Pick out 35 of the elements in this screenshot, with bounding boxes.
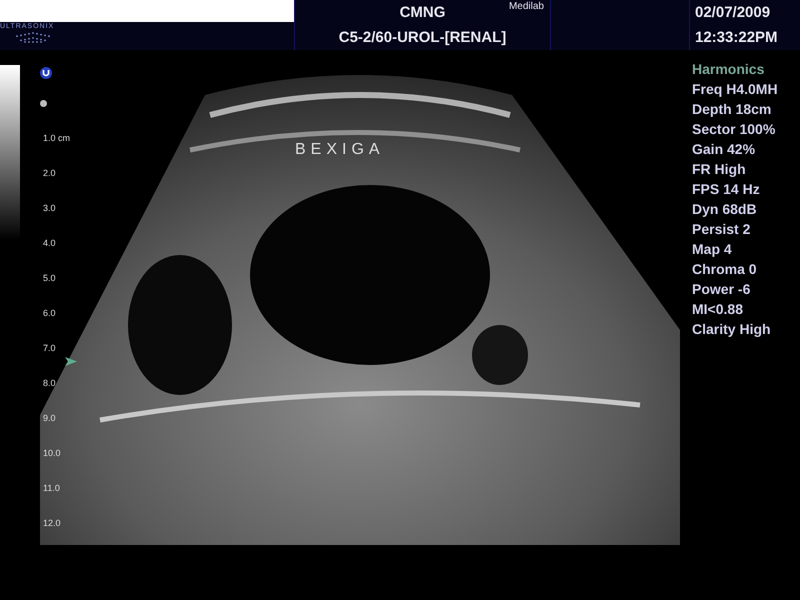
depth-label: 8.0	[43, 377, 57, 390]
depth-label: 11.0	[43, 482, 61, 495]
depth-label: 10.0	[43, 447, 62, 460]
depth-label: 12.0	[43, 517, 62, 530]
parameter-text: Map 4	[692, 240, 733, 259]
depth-label: 5.0	[43, 272, 57, 285]
parameter-text: Clarity High	[692, 320, 772, 339]
organ-label: BEXIGA	[295, 141, 385, 159]
date-text: 02/07/2009	[695, 4, 772, 21]
depth-label: 1.0 cm	[43, 132, 70, 145]
parameter-text: MI<0.88	[692, 300, 744, 319]
parameter-text: FR High	[692, 160, 747, 179]
parameter-text: Harmonics	[692, 60, 766, 79]
preset-name: C5-2/60-UROL-[RENAL]	[338, 29, 506, 46]
parameter-text: Depth 18cm	[692, 100, 772, 119]
parameter-text: Persist 2	[692, 220, 752, 239]
depth-label: 3.0	[43, 202, 57, 215]
parameter-text: Chroma 0	[692, 260, 758, 279]
parameter-text: Sector 100%	[692, 120, 776, 139]
probe-orientation-icon	[40, 67, 52, 79]
parameter-text: FPS 14 Hz	[692, 180, 761, 199]
parameter-text: Dyn 68dB	[692, 200, 758, 219]
depth-label: 6.0	[43, 307, 57, 320]
parameter-text: Gain 42%	[692, 140, 756, 159]
parameter-text: Freq H4.0MH	[692, 80, 779, 99]
site-name: CMNG	[400, 4, 446, 21]
parameter-text: Power -6	[692, 280, 752, 299]
operator-name: Medilab	[508, 1, 544, 12]
depth-label: 7.0	[43, 342, 57, 355]
depth-label: 9.0	[43, 412, 57, 425]
depth-label: 4.0	[43, 237, 57, 250]
focus-marker-icon	[65, 357, 77, 366]
time-text: 12:33:22PM	[695, 29, 779, 46]
depth-label: 2.0	[43, 167, 57, 180]
focus-dot-icon	[40, 100, 47, 107]
